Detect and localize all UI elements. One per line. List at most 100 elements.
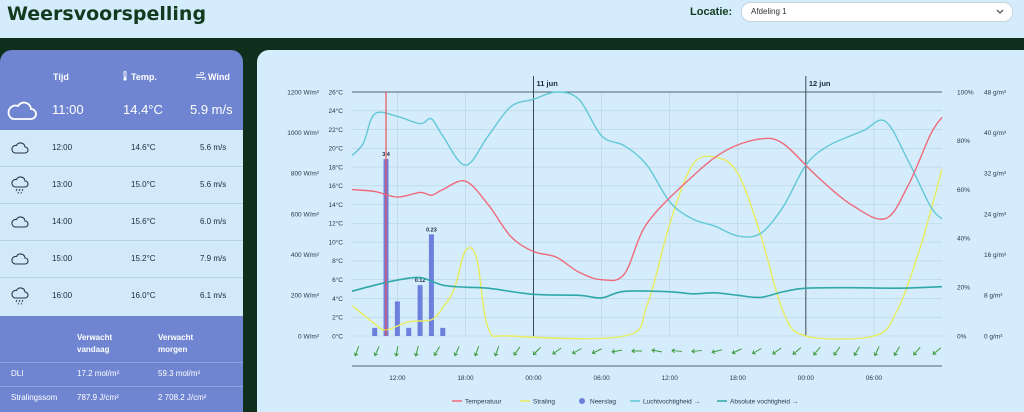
forecast-wind: 5.6 m/s: [200, 143, 227, 152]
tick-label-humidity: 80%: [957, 138, 970, 145]
forecast-time: 15:00: [52, 254, 73, 263]
forecast-row: 16:00 16.0°C 6.1 m/s: [0, 278, 243, 315]
wind-arrow-icon: [631, 348, 642, 354]
forecast-time: 12:00: [52, 143, 73, 152]
tick-label-temperature: 24°C: [328, 107, 343, 115]
wind-arrow-icon: [751, 348, 762, 355]
wind-arrow-icon: [913, 346, 921, 356]
wind-arrow-icon: [873, 346, 880, 357]
forecast-time: 14:00: [52, 217, 73, 226]
weather-chart: 0°C 2°C 4°C 6°C 8°C 10°C 12°C 14°C 16°C 18°C 20°C 2…: [287, 76, 1007, 406]
col-temp-header: Temp.: [131, 72, 157, 82]
tick-label-absolute-humidity: 40 g/m³: [984, 130, 1007, 137]
tick-label-temperature: 10°C: [328, 238, 343, 246]
forecast-temp: 15.0°C: [131, 180, 156, 189]
summary-divider: [0, 386, 243, 387]
tick-label-temperature: 0°C: [332, 332, 343, 340]
x-tick-label: 18:00: [457, 375, 474, 382]
tick-label-temperature: 20°C: [328, 145, 343, 153]
tick-label-radiation: 1000 W/m²: [287, 130, 320, 137]
tick-label-absolute-humidity: 24 g/m³: [984, 211, 1007, 218]
precipitation-bar: [406, 327, 412, 336]
wind-arrow-icon: [493, 346, 500, 357]
x-tick-label: 00:00: [798, 375, 815, 382]
wind-arrow-icon: [552, 347, 562, 355]
tick-label-temperature: 26°C: [328, 88, 343, 96]
wind-arrow-icon: [893, 346, 900, 357]
forecast-time: 16:00: [52, 291, 73, 300]
legend-item: Luchtvochtigheid →: [643, 399, 700, 406]
x-tick-label: 06:00: [593, 375, 610, 382]
cloud-icon: [11, 253, 29, 265]
wind-arrow-icon: [413, 346, 419, 357]
wind-arrow-icon: [792, 347, 802, 355]
tick-label-radiation: 0 W/m²: [298, 333, 320, 340]
tick-label-absolute-humidity: 16 g/m³: [984, 252, 1007, 259]
legend-item: Temperatuur: [465, 399, 502, 406]
legend-item: Straling: [533, 399, 555, 406]
precipitation-label: 0.23: [426, 227, 437, 233]
wind-arrow-icon: [433, 346, 440, 357]
precipitation-bar: [372, 327, 378, 336]
forecast-wind: 6.0 m/s: [200, 217, 227, 226]
cloud-icon: [11, 142, 29, 154]
wind-arrow-icon: [394, 345, 399, 357]
legend-item: Absolute vochtigheid →: [730, 399, 798, 406]
x-tick-label: 18:00: [730, 375, 747, 382]
wind-arrow-icon: [611, 349, 623, 354]
wind-arrow-icon: [373, 346, 380, 357]
tick-label-temperature: 18°C: [328, 163, 343, 171]
daily-summary: Verwacht vandaag Verwacht morgen DLI 17.…: [0, 316, 243, 412]
tick-label-absolute-humidity: 0 g/m³: [984, 333, 1003, 340]
tick-label-humidity: 60%: [957, 187, 970, 194]
wind-arrow-icon: [513, 346, 521, 356]
x-tick-label: 12:00: [389, 375, 406, 382]
hourly-forecast-list: 12:00 14.6°C 5.6 m/s 13:00 15.0°C 5.6 m/…: [0, 130, 243, 316]
chevron-down-icon: [996, 9, 1004, 14]
tick-label-temperature: 14°C: [328, 201, 343, 209]
col-wind-header: Wind: [208, 72, 230, 82]
wind-arrow-icon: [651, 348, 663, 353]
wind-arrow-icon: [932, 347, 942, 355]
forecast-wind: 5.6 m/s: [200, 180, 227, 189]
forecast-row: 15:00 15.2°C 7.9 m/s: [0, 241, 243, 278]
tick-label-radiation: 200 W/m²: [291, 293, 320, 300]
wind-arrow-icon: [691, 348, 703, 354]
tick-label-humidity: 40%: [957, 236, 970, 243]
wind-arrow-icon: [833, 346, 841, 356]
tick-label-radiation: 1200 W/m²: [287, 89, 320, 96]
x-tick-label: 00:00: [525, 375, 542, 382]
wind-arrow-icon: [853, 346, 860, 357]
wind-arrow-icon: [671, 348, 683, 354]
wind-arrow-icon: [813, 346, 821, 356]
wind-arrow-icon: [473, 346, 480, 357]
series-line-absolute-vochtigheid: [351, 276, 943, 299]
summary-col-tomorrow: Verwacht morgen: [158, 333, 194, 354]
summary-today-dli: 17.2 mol/m²: [77, 369, 120, 378]
legend-marker: [579, 398, 585, 404]
tick-label-temperature: 12°C: [328, 220, 343, 228]
wind-arrow-icon: [772, 347, 782, 355]
tick-label-temperature: 2°C: [332, 314, 343, 322]
wind-arrow-icon: [453, 346, 460, 357]
tick-label-radiation: 800 W/m²: [291, 171, 320, 178]
forecast-wind: 7.9 m/s: [200, 254, 227, 263]
forecast-temp: 15.2°C: [131, 254, 156, 263]
app-title: Weersvoorspelling: [7, 3, 207, 25]
tick-label-temperature: 22°C: [328, 126, 343, 134]
day-label: 11 jun: [537, 79, 559, 88]
wind-arrow-icon: [711, 349, 722, 355]
summary-col-today: Verwacht vandaag: [77, 333, 113, 354]
tick-label-temperature: 16°C: [328, 182, 343, 190]
cloud-drizzle-icon: [11, 287, 29, 305]
current-conditions: Tijd Temp. Wind 11:00 14.4°C 5.9 m/s: [0, 50, 243, 130]
precipitation-bar: [417, 285, 423, 336]
series-line-luchtvochtigheid: [351, 91, 943, 238]
legend-item: Neerslag: [590, 399, 616, 406]
tick-label-absolute-humidity: 8 g/m³: [984, 293, 1003, 300]
tick-label-radiation: 400 W/m²: [291, 252, 320, 259]
wind-arrow-icon: [353, 346, 360, 357]
wind-icon: [196, 72, 206, 80]
wind-arrow-icon: [591, 348, 602, 355]
location-select[interactable]: Afdeling 1: [741, 2, 1013, 22]
